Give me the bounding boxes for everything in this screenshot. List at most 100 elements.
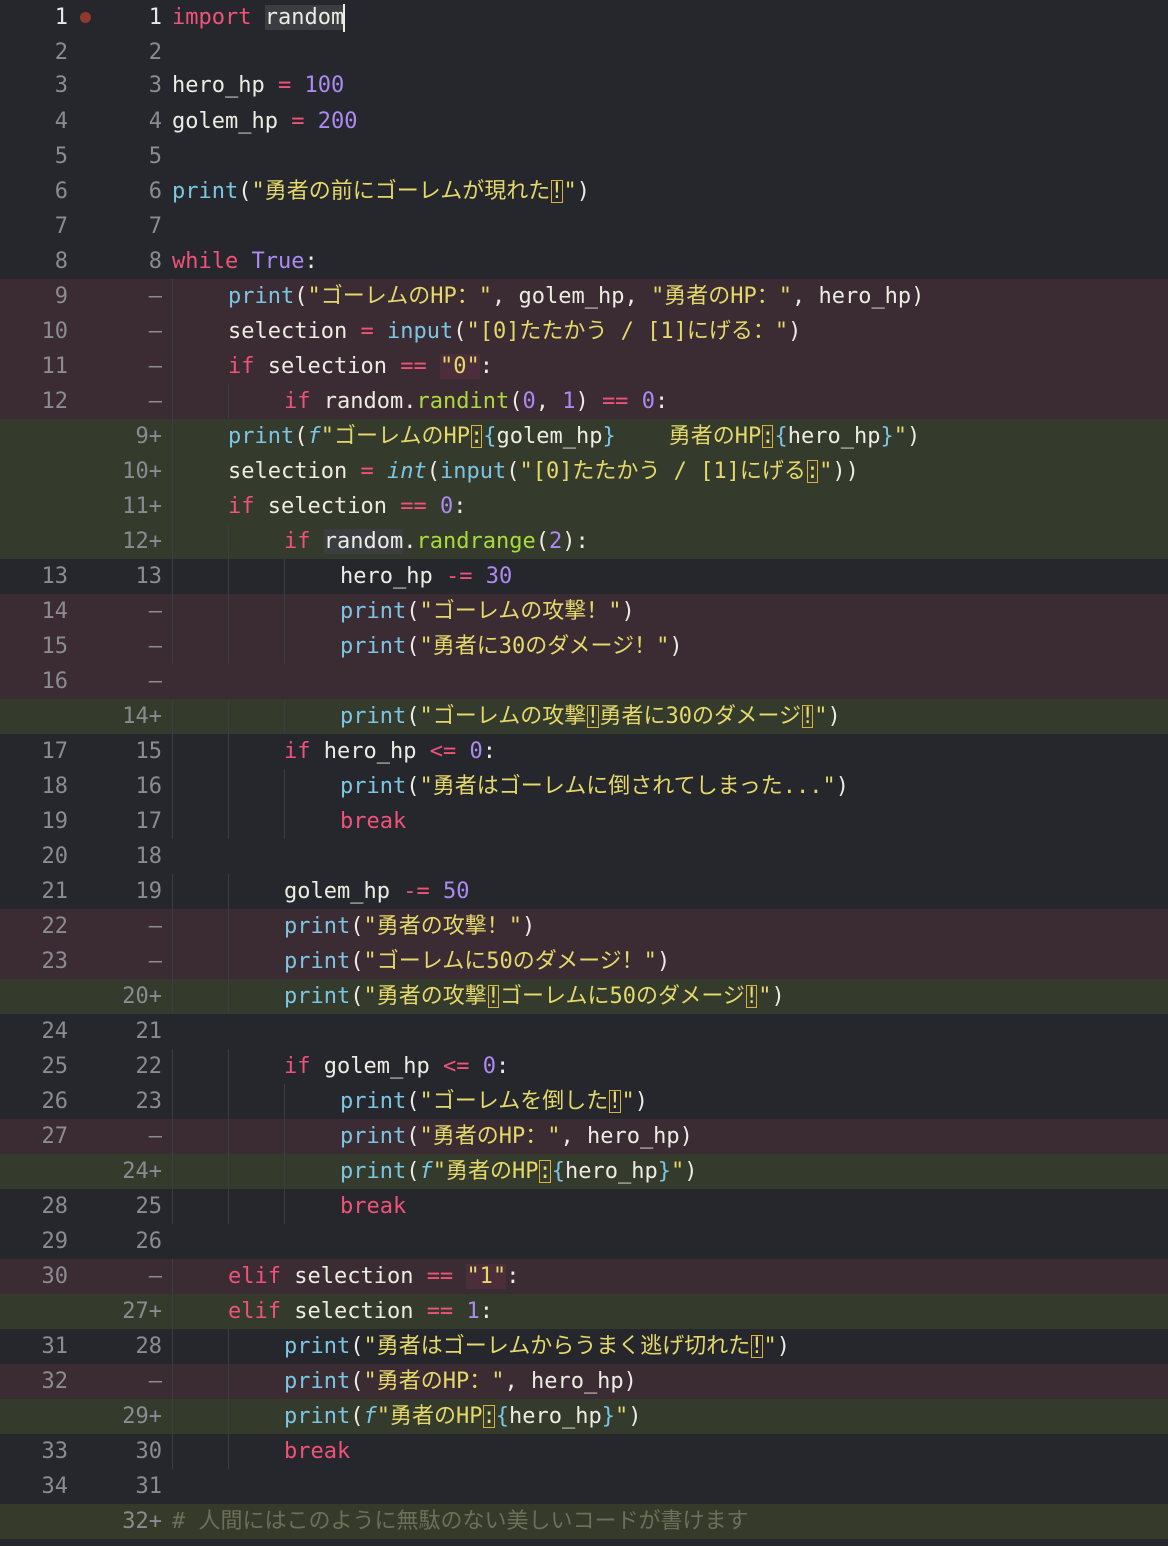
old-line-number — [0, 454, 68, 489]
added-line[interactable]: 27+ elif selection == 1: — [0, 1294, 1168, 1329]
code-text[interactable]: print("ゴーレムの攻撃！") — [340, 594, 635, 629]
code-line[interactable]: 33 30 break — [0, 1434, 1168, 1469]
code-text[interactable]: print("勇者はゴーレムからうまく逃げ切れた!") — [284, 1329, 790, 1364]
code-line[interactable]: 34 31 — [0, 1469, 1168, 1504]
added-line[interactable]: 32+ # 人間にはこのように無駄のない美しいコードが書けます — [0, 1504, 1168, 1539]
code-text[interactable]: hero_hp -= 30 — [340, 559, 512, 594]
deleted-line[interactable]: 16 — — [0, 664, 1168, 699]
code-text[interactable]: if random.randint(0, 1) == 0: — [284, 384, 668, 419]
code-text[interactable]: if selection == 0: — [228, 489, 466, 524]
old-line-number: 31 — [41, 1334, 69, 1359]
code-text[interactable]: elif selection == 1: — [228, 1294, 493, 1329]
code-line[interactable]: 20 18 — [0, 839, 1168, 874]
code-text[interactable]: print(f"勇者のHP:{hero_hp}") — [284, 1399, 641, 1434]
code-line[interactable]: 55 — [0, 139, 1168, 174]
code-text[interactable]: hero_hp = 100 — [172, 68, 344, 103]
code-text[interactable]: break — [284, 1434, 350, 1469]
code-text[interactable]: golem_hp -= 50 — [284, 874, 469, 909]
added-line[interactable]: 11+ if selection == 0: — [0, 489, 1168, 524]
token: print — [340, 599, 407, 624]
indent-guide — [284, 804, 285, 839]
code-text[interactable]: print("勇者はゴーレムに倒されてしまった...") — [340, 769, 849, 804]
code-text[interactable]: print("ゴーレムの攻撃!勇者に30のダメージ!") — [340, 699, 841, 734]
code-text[interactable]: print("勇者の前にゴーレムが現れた!") — [172, 174, 590, 209]
indent-guide — [228, 1189, 229, 1224]
added-line[interactable]: 20+ print("勇者の攻撃!ゴーレムに50のダメージ!") — [0, 979, 1168, 1014]
added-line[interactable]: 9+ print(f"ゴーレムのHP:{golem_hp} 勇者のHP:{hero… — [0, 419, 1168, 454]
code-text[interactable]: if random.randrange(2): — [284, 524, 589, 559]
code-text[interactable]: print("ゴーレムを倒した!") — [340, 1084, 648, 1119]
code-text[interactable]: # 人間にはこのように無駄のない美しいコードが書けます — [172, 1504, 749, 1539]
token: = — [360, 459, 374, 484]
deleted-line[interactable]: 15 — print("勇者に30のダメージ！") — [0, 629, 1168, 664]
code-text[interactable]: elif selection == "1": — [228, 1259, 519, 1294]
old-line-number: 20 — [41, 844, 69, 869]
code-text[interactable]: if selection == "0": — [228, 349, 493, 384]
deleted-line[interactable]: 32 — print("勇者のHP：", hero_hp) — [0, 1364, 1168, 1399]
code-text[interactable]: print("勇者のHP：", hero_hp) — [340, 1119, 693, 1154]
code-line[interactable]: 4 4 golem_hp = 200 — [0, 104, 1168, 139]
code-text[interactable]: selection = int(input("[0]たたかう / [1]にげる:… — [228, 454, 859, 489]
code-line[interactable]: 1 1 import random — [0, 0, 1168, 35]
code-line[interactable]: 21 19 golem_hp -= 50 — [0, 874, 1168, 909]
code-text[interactable]: print("勇者のHP：", hero_hp) — [284, 1364, 637, 1399]
added-line[interactable]: 12+ if random.randrange(2): — [0, 524, 1168, 559]
code-text[interactable]: print("ゴーレムに50のダメージ！") — [284, 944, 670, 979]
code-line[interactable]: 26 23 print("ゴーレムを倒した!") — [0, 1084, 1168, 1119]
code-text[interactable]: print("ゴーレムのHP：", golem_hp, "勇者のHP：", he… — [228, 279, 924, 314]
code-line[interactable]: 19 17 break — [0, 804, 1168, 839]
deleted-line[interactable]: 14 — print("ゴーレムの攻撃！") — [0, 594, 1168, 629]
code-text[interactable]: while True: — [172, 244, 318, 279]
token: ゴーレムに50のダメージ — [499, 984, 745, 1009]
code-line[interactable]: 18 16 print("勇者はゴーレムに倒されてしまった...") — [0, 769, 1168, 804]
code-line[interactable]: 8 8 while True: — [0, 244, 1168, 279]
deleted-line[interactable]: 22 — print("勇者の攻撃！") — [0, 909, 1168, 944]
code-line[interactable]: 24 21 — [0, 1014, 1168, 1049]
deleted-line[interactable]: 9 — print("ゴーレムのHP：", golem_hp, "勇者のHP：", … — [0, 279, 1168, 314]
code-line[interactable]: 29 26 — [0, 1224, 1168, 1259]
code-text[interactable]: import random — [172, 0, 346, 35]
code-line[interactable]: 28 25 break — [0, 1189, 1168, 1224]
added-line[interactable]: 10+ selection = int(input("[0]たたかう / [1]に… — [0, 454, 1168, 489]
code-text[interactable]: print(f"ゴーレムのHP:{golem_hp} 勇者のHP:{hero_h… — [228, 419, 920, 454]
code-line[interactable]: 6 6 print("勇者の前にゴーレムが現れた!") — [0, 174, 1168, 209]
old-line-number — [0, 979, 68, 1014]
token: , hero_hp) — [791, 284, 925, 309]
diff-editor[interactable]: 1 1 import random 2 2 3 3 hero_hp = 100 4 4 golem_… — [0, 0, 1168, 1546]
code-text[interactable]: golem_hp = 200 — [172, 104, 357, 139]
deleted-line[interactable]: 30 — elif selection == "1": — [0, 1259, 1168, 1294]
deleted-line[interactable]: 23 — print("ゴーレムに50のダメージ！") — [0, 944, 1168, 979]
new-line-number: 23 — [135, 1089, 163, 1114]
token: ( — [406, 1124, 420, 1149]
code-text[interactable]: print(f"勇者のHP:{hero_hp}") — [340, 1154, 697, 1189]
code-text[interactable]: if golem_hp <= 0: — [284, 1049, 509, 1084]
code-text[interactable]: break — [340, 804, 406, 839]
added-line[interactable]: 29+ print(f"勇者のHP:{hero_hp}") — [0, 1399, 1168, 1434]
deleted-line[interactable]: 11 — if selection == "0": — [0, 349, 1168, 384]
code-text[interactable]: print("勇者の攻撃!ゴーレムに50のダメージ!") — [284, 979, 785, 1014]
code-line[interactable]: 31 28 print("勇者はゴーレムからうまく逃げ切れた!") — [0, 1329, 1168, 1364]
code-text[interactable]: break — [340, 1189, 406, 1224]
added-line[interactable]: 14+ print("ゴーレムの攻撃!勇者に30のダメージ!") — [0, 699, 1168, 734]
code-text[interactable]: selection = input("[0]たたかう / [1]にげる：") — [228, 314, 801, 349]
deleted-line[interactable]: 27 — print("勇者のHP：", hero_hp) — [0, 1119, 1168, 1154]
token: , hero_hp) — [560, 1124, 693, 1149]
code-line[interactable]: 22 — [0, 35, 1168, 70]
token: , golem_hp, — [492, 284, 651, 309]
code-line[interactable]: 17 15 if hero_hp <= 0: — [0, 734, 1168, 769]
code-line[interactable]: 13 13 hero_hp -= 30 — [0, 559, 1168, 594]
new-line-number: 26 — [135, 1229, 163, 1254]
code-line[interactable]: 77 — [0, 209, 1168, 244]
deleted-line[interactable]: 12 — if random.randint(0, 1) == 0: — [0, 384, 1168, 419]
code-line[interactable]: 25 22 if golem_hp <= 0: — [0, 1049, 1168, 1084]
indent-guide — [228, 769, 229, 804]
code-text[interactable]: print("勇者に30のダメージ！") — [340, 629, 683, 664]
code-text[interactable]: print("勇者の攻撃！") — [284, 909, 535, 944]
added-line[interactable]: 24+ print(f"勇者のHP:{hero_hp}") — [0, 1154, 1168, 1189]
token: : — [482, 1404, 496, 1429]
code-line[interactable]: 3 3 hero_hp = 100 — [0, 68, 1168, 103]
indent-guide — [228, 594, 229, 629]
deleted-line[interactable]: 10 — selection = input("[0]たたかう / [1]にげる："… — [0, 314, 1168, 349]
code-text[interactable]: if hero_hp <= 0: — [284, 734, 496, 769]
